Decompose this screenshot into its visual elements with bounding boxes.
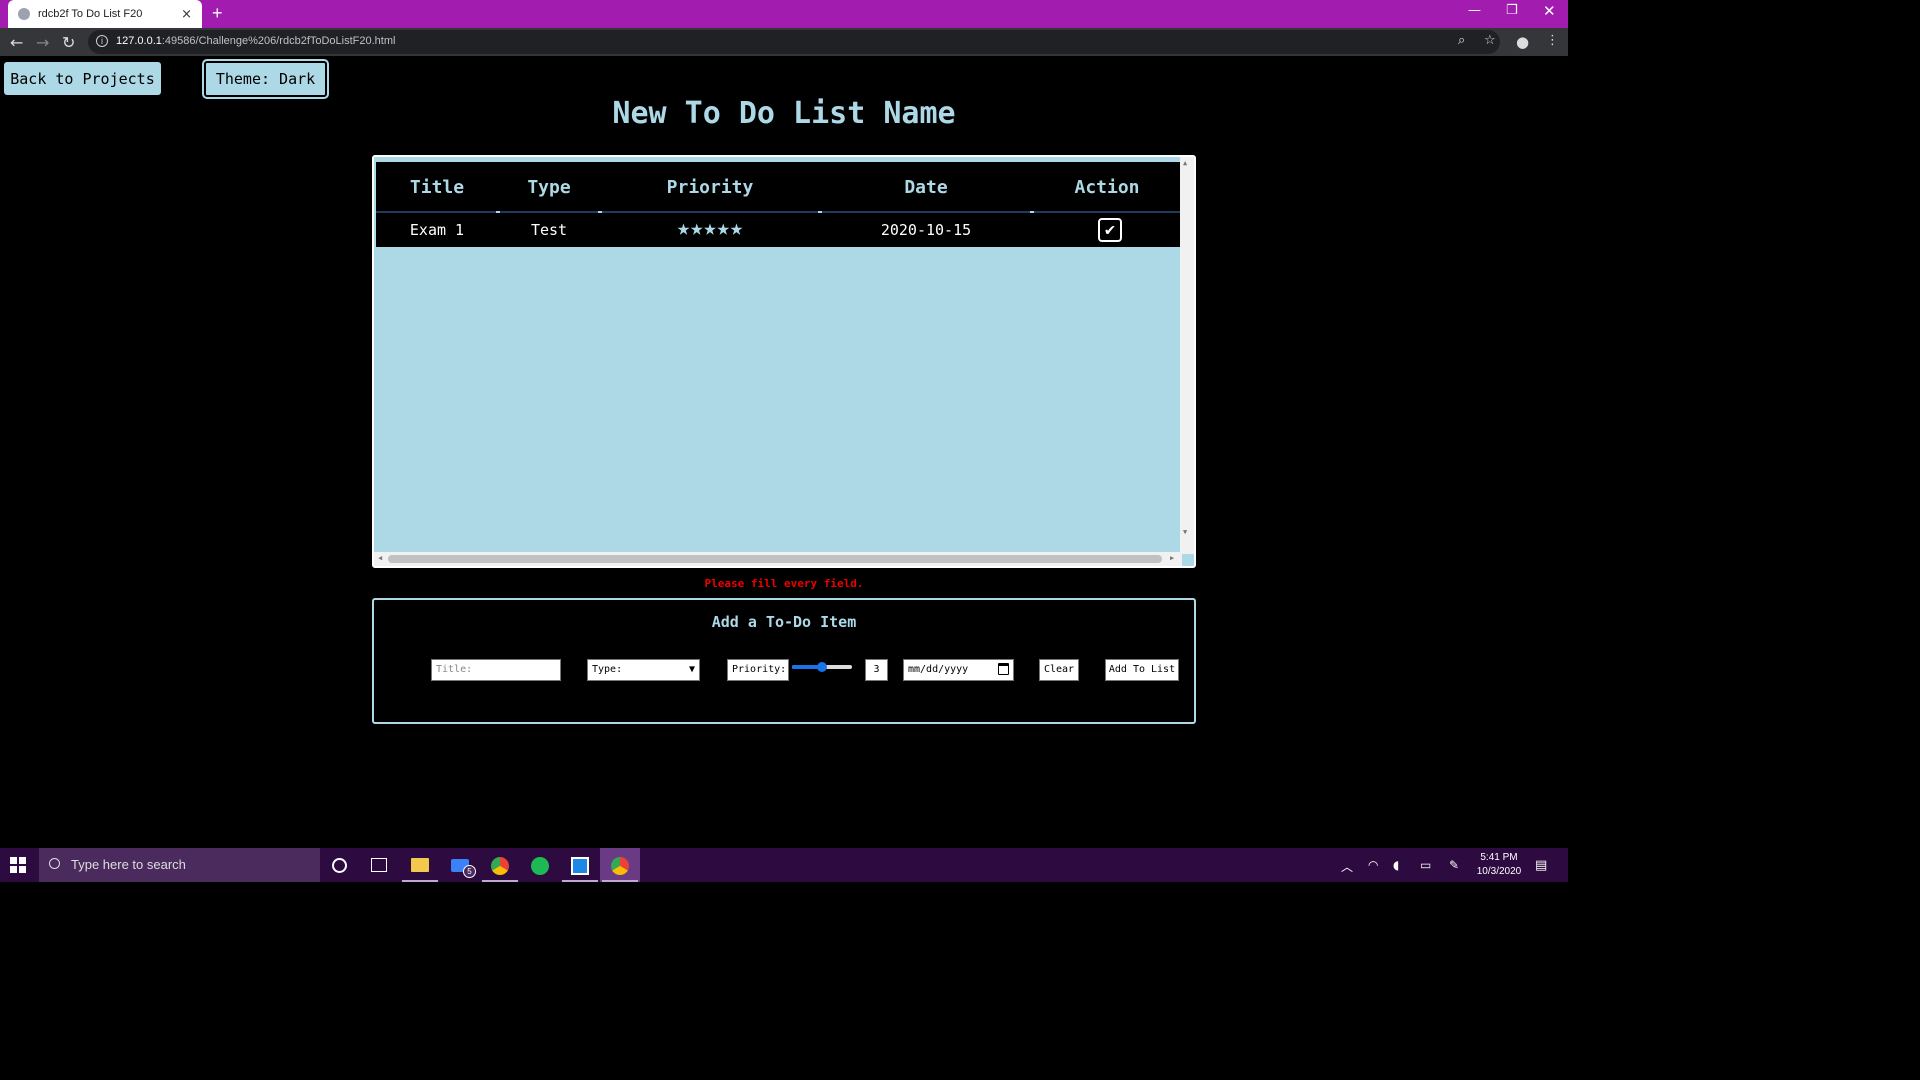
star-icon[interactable]: ☆ [1484, 33, 1496, 48]
priority-label: Priority: [727, 659, 789, 681]
column-header-action: Action [1074, 177, 1140, 198]
tab-title: rdcb2f To Do List F20 [38, 8, 143, 20]
network-icon[interactable]: ◠ [1368, 858, 1378, 872]
minimize-icon[interactable]: — [1468, 3, 1481, 18]
system-clock[interactable]: 5:41 PM 10/3/2020 [1470, 851, 1528, 879]
type-select[interactable]: Type: ▼ [587, 659, 700, 681]
priority-slider[interactable] [792, 662, 852, 672]
editor-app[interactable] [560, 848, 600, 882]
chevron-up-icon[interactable]: ︿ [1341, 858, 1353, 875]
add-to-list-button[interactable]: Add To List [1105, 659, 1179, 681]
notifications-icon[interactable]: ▤ [1535, 858, 1547, 873]
url-text: 127.0.0.1:49586/Challenge%206/rdcb2fToDo… [116, 35, 396, 47]
date-input[interactable]: mm/dd/yyyy [903, 659, 1014, 681]
scroll-left-icon[interactable]: ◀ [378, 554, 382, 562]
windows-start-icon[interactable] [10, 857, 26, 873]
restore-icon[interactable]: ❐ [1506, 3, 1518, 18]
close-window-icon[interactable]: ✕ [1543, 2, 1556, 20]
profile-icon[interactable]: ● [1516, 33, 1529, 51]
mail-app[interactable]: 5 [440, 848, 480, 882]
vertical-scrollbar[interactable]: ▲ ▼ [1180, 157, 1194, 554]
horizontal-scrollbar[interactable]: ◀ ▶ [374, 552, 1182, 566]
task-view-icon[interactable] [371, 858, 387, 872]
column-header-priority: Priority [666, 177, 754, 198]
calendar-icon[interactable] [998, 663, 1009, 675]
taskbar: Type here to search 5 ︿ ◠ ◖ ▭ ✎ 5:41 PM … [0, 848, 1568, 882]
scroll-down-icon[interactable]: ▼ [1183, 528, 1187, 536]
zoom-icon[interactable]: ⌕ [1458, 33, 1465, 48]
back-to-projects-button[interactable]: Back to Projects [4, 62, 161, 95]
spotify-app[interactable] [520, 848, 560, 882]
running-indicator [602, 880, 638, 882]
clear-button[interactable]: Clear [1039, 659, 1079, 681]
running-indicator [482, 880, 518, 882]
running-indicator [402, 880, 438, 882]
table-row: Exam 1 Test ★★★★★ 2020-10-15 ✔ [376, 213, 1182, 247]
pen-icon[interactable]: ✎ [1449, 858, 1459, 872]
column-header-date: Date [904, 177, 948, 198]
browser-toolbar: ← → ↻ i 127.0.0.1:49586/Challenge%206/rd… [0, 28, 1568, 56]
column-header-title: Title [409, 177, 465, 198]
mail-badge: 5 [463, 865, 476, 878]
address-bar[interactable]: i 127.0.0.1:49586/Challenge%206/rdcb2fTo… [88, 30, 1500, 54]
chrome-icon [611, 857, 629, 875]
browser-tab-bar: rdcb2f To Do List F20 × + — ❐ ✕ [0, 0, 1568, 28]
menu-icon[interactable]: ⋮ [1546, 33, 1559, 48]
back-arrow-icon[interactable]: ← [10, 33, 23, 52]
new-tab-button[interactable]: + [212, 3, 223, 24]
forward-arrow-icon[interactable]: → [36, 33, 49, 52]
search-icon [49, 858, 60, 869]
running-indicator [562, 880, 598, 882]
scroll-up-icon[interactable]: ▲ [1183, 159, 1187, 167]
taskbar-search[interactable]: Type here to search [39, 848, 320, 882]
reload-icon[interactable]: ↻ [62, 33, 75, 52]
error-message: Please fill every field. [704, 577, 864, 590]
chrome-app[interactable] [480, 848, 520, 882]
info-icon[interactable]: i [96, 35, 108, 47]
cortana-icon[interactable] [332, 858, 347, 873]
chrome-active-app[interactable] [600, 848, 640, 882]
page-content: Back to Projects Theme: Dark New To Do L… [0, 56, 1568, 848]
todo-table: Title Type Priority Date Action Exam 1 T… [374, 157, 1182, 552]
spotify-icon [531, 857, 549, 875]
browser-tab[interactable]: rdcb2f To Do List F20 × [8, 0, 202, 28]
complete-checkbox-icon[interactable]: ✔ [1098, 218, 1122, 242]
cell-title: Exam 1 [409, 221, 465, 239]
globe-icon [18, 8, 30, 20]
theme-toggle-button[interactable]: Theme: Dark [202, 59, 329, 99]
chrome-icon [491, 857, 509, 875]
column-header-type: Type [527, 177, 571, 198]
priority-stars: ★★★★★ [676, 216, 744, 241]
table-header-row: Title Type Priority Date Action [376, 162, 1182, 213]
folder-icon [411, 858, 429, 872]
clock-date: 10/3/2020 [1476, 866, 1522, 877]
add-item-form: Add a To-Do Item Title: Type: ▼ Priority:… [372, 598, 1196, 724]
todo-table-container: Title Type Priority Date Action Exam 1 T… [372, 155, 1196, 568]
scroll-thumb[interactable] [388, 555, 1162, 563]
battery-icon[interactable]: ▭ [1420, 858, 1431, 872]
slider-thumb[interactable] [817, 662, 827, 672]
cell-date: 2020-10-15 [880, 221, 972, 239]
close-tab-icon[interactable]: × [181, 7, 192, 22]
title-input[interactable]: Title: [431, 659, 561, 681]
page-title: New To Do List Name [612, 96, 956, 131]
editor-icon [571, 857, 589, 875]
file-explorer-app[interactable] [400, 848, 440, 882]
clock-time: 5:41 PM [1480, 852, 1518, 863]
volume-icon[interactable]: ◖ [1393, 858, 1399, 872]
chevron-down-icon: ▼ [688, 664, 695, 675]
cell-type: Test [530, 221, 568, 239]
form-heading: Add a To-Do Item [711, 613, 857, 631]
priority-value: 3 [865, 659, 888, 681]
scroll-right-icon[interactable]: ▶ [1170, 554, 1174, 562]
